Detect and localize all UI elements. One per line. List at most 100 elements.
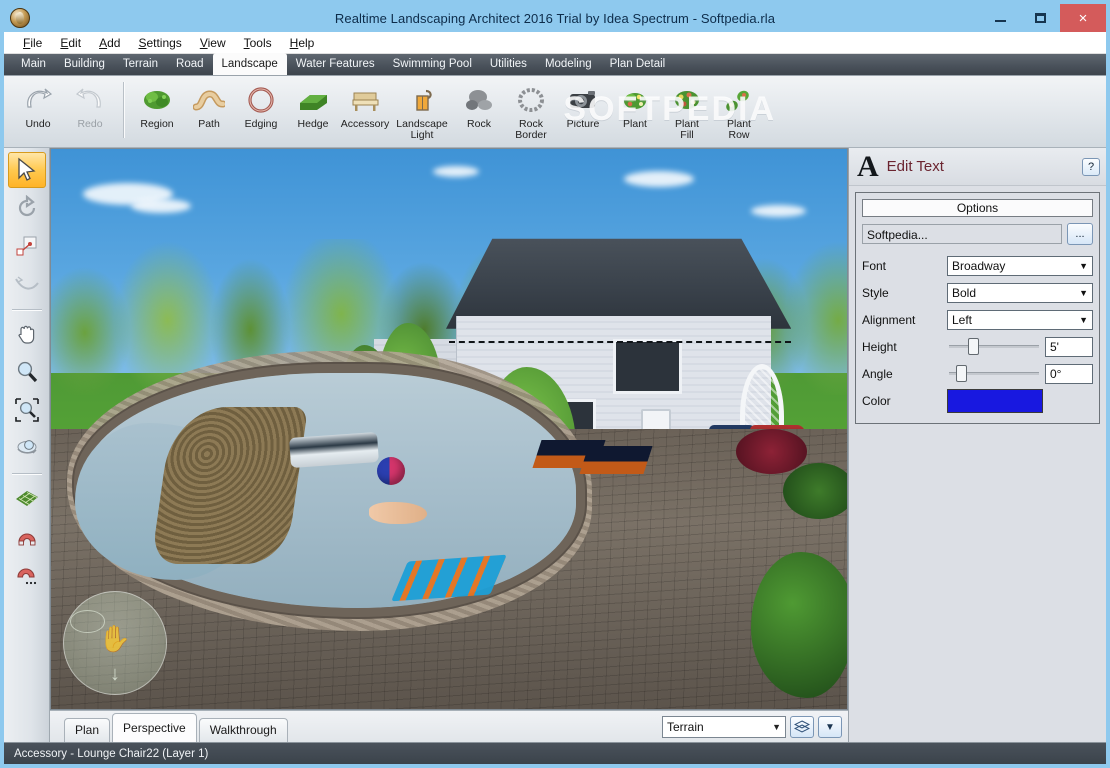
options-button[interactable]: Options: [862, 199, 1093, 217]
panel-header: A Edit Text ?: [849, 148, 1106, 186]
menu-item-settings[interactable]: Settings: [129, 34, 190, 52]
pan-tool[interactable]: [8, 316, 46, 352]
menu-item-tools[interactable]: Tools: [235, 34, 281, 52]
rock-border-label: Rock Border: [515, 118, 547, 141]
diving-board: [288, 431, 379, 468]
view-tabs-bar: Plan Perspective Walkthrough Terrain ▼ ▼: [50, 710, 848, 742]
picture-label: Picture: [566, 118, 600, 130]
zoom-window-tool[interactable]: [8, 392, 46, 428]
panel-title: Edit Text: [886, 158, 944, 175]
snap-tool[interactable]: [8, 518, 46, 554]
redo-button[interactable]: Redo: [64, 80, 116, 130]
style-select[interactable]: Bold ▼: [947, 282, 1093, 303]
tab-road[interactable]: Road: [167, 53, 213, 75]
menu-item-edit[interactable]: Edit: [51, 34, 90, 52]
left-tool-column: [4, 148, 50, 742]
accessory-label: Accessory: [340, 118, 390, 130]
navigation-compass-widget[interactable]: ✋ ↓: [63, 591, 167, 695]
tab-utilities[interactable]: Utilities: [481, 53, 536, 75]
menu-item-help[interactable]: Help: [281, 34, 324, 52]
left-tool-separator: [11, 309, 42, 310]
status-bar: Accessory - Lounge Chair22 (Layer 1): [4, 742, 1106, 764]
tab-main[interactable]: Main: [12, 53, 55, 75]
accessory-button[interactable]: Accessory: [339, 80, 391, 130]
menu-item-add[interactable]: Add: [90, 34, 129, 52]
resize-tool[interactable]: [8, 228, 46, 264]
view-tab-perspective[interactable]: Perspective: [112, 713, 197, 742]
picture-button[interactable]: Picture: [557, 80, 609, 130]
tab-landscape[interactable]: Landscape: [212, 53, 287, 75]
height-value[interactable]: 5': [1045, 336, 1093, 357]
text-input[interactable]: Softpedia...: [862, 224, 1062, 244]
angle-slider[interactable]: [947, 364, 1041, 384]
region-button[interactable]: Region: [131, 80, 183, 130]
curve-tool[interactable]: [8, 266, 46, 302]
rock-button[interactable]: Rock: [453, 80, 505, 130]
plant-button[interactable]: Plant: [609, 80, 661, 130]
alignment-value: Left: [952, 312, 973, 327]
cloud: [433, 165, 480, 177]
viewport-area: ✋ ↓ Plan Perspective Walkthrough Terrain…: [50, 148, 848, 742]
tab-swimming-pool[interactable]: Swimming Pool: [384, 53, 481, 75]
plant-row-button[interactable]: Plant Row: [713, 80, 765, 141]
view-tab-plan[interactable]: Plan: [64, 718, 111, 742]
tab-terrain[interactable]: Terrain: [114, 53, 167, 75]
edging-ring-icon: [244, 83, 278, 117]
edging-label: Edging: [244, 118, 278, 130]
path-label: Path: [198, 118, 220, 130]
edging-button[interactable]: Edging: [235, 80, 287, 130]
title-bar: Realtime Landscaping Architect 2016 Tria…: [4, 4, 1106, 32]
rock-label: Rock: [467, 118, 491, 130]
landscape-light-button[interactable]: Landscape Light: [391, 80, 453, 141]
alignment-label: Alignment: [862, 312, 916, 327]
left-tool-separator-2: [11, 473, 42, 474]
angle-row: Angle 0°: [862, 361, 1093, 386]
tab-building[interactable]: Building: [55, 53, 114, 75]
plant-label: Plant: [623, 118, 647, 130]
help-button[interactable]: ?: [1082, 157, 1100, 176]
3d-viewport[interactable]: ✋ ↓: [50, 148, 848, 710]
font-row: Font Broadway ▼: [862, 253, 1093, 278]
selected-lounge-chair-b[interactable]: [579, 445, 653, 474]
path-button[interactable]: Path: [183, 80, 235, 130]
height-slider-knob[interactable]: [967, 338, 979, 355]
plant-fill-button[interactable]: Plant Fill: [661, 80, 713, 141]
chevron-down-icon: ▼: [825, 721, 835, 733]
close-button[interactable]: ×: [1060, 4, 1106, 32]
browse-text-button[interactable]: ...: [1067, 223, 1093, 245]
snap-options-tool[interactable]: [8, 556, 46, 592]
layers-dropdown-button[interactable]: ▼: [818, 716, 842, 738]
undo-button[interactable]: Undo: [12, 80, 64, 130]
tab-water-features[interactable]: Water Features: [287, 53, 384, 75]
font-label: Font: [862, 258, 887, 273]
select-arrow-tool[interactable]: [7, 152, 46, 188]
redo-arrow-icon: [73, 83, 107, 117]
orbit-tool[interactable]: [8, 430, 46, 466]
undo-label: Undo: [25, 118, 51, 130]
layer-select[interactable]: Terrain ▼: [662, 716, 786, 738]
rotate-tool[interactable]: [8, 190, 46, 226]
font-select[interactable]: Broadway ▼: [947, 255, 1093, 276]
menu-item-file[interactable]: File: [14, 34, 51, 52]
color-swatch[interactable]: [947, 388, 1043, 413]
minimize-button[interactable]: [980, 4, 1020, 32]
tab-modeling[interactable]: Modeling: [536, 53, 601, 75]
path-icon: [192, 83, 226, 117]
layers-button[interactable]: [790, 716, 814, 738]
alignment-select[interactable]: Left ▼: [947, 309, 1093, 330]
text-value-row: Softpedia... ...: [862, 223, 1093, 245]
main-body: ✋ ↓ Plan Perspective Walkthrough Terrain…: [4, 148, 1106, 742]
angle-value[interactable]: 0°: [1045, 363, 1093, 384]
tab-plan-detail[interactable]: Plan Detail: [601, 53, 675, 75]
height-slider[interactable]: [947, 337, 1041, 357]
menu-item-view[interactable]: View: [191, 34, 235, 52]
angle-slider-knob[interactable]: [956, 365, 968, 382]
grid-tool[interactable]: [8, 480, 46, 516]
view-tab-walkthrough[interactable]: Walkthrough: [198, 718, 288, 742]
hedge-button[interactable]: Hedge: [287, 80, 339, 130]
maximize-button[interactable]: [1020, 4, 1060, 32]
rock-border-button[interactable]: Rock Border: [505, 80, 557, 141]
zoom-tool[interactable]: [8, 354, 46, 390]
window-title: Realtime Landscaping Architect 2016 Tria…: [334, 10, 776, 26]
bench-icon: [348, 83, 382, 117]
